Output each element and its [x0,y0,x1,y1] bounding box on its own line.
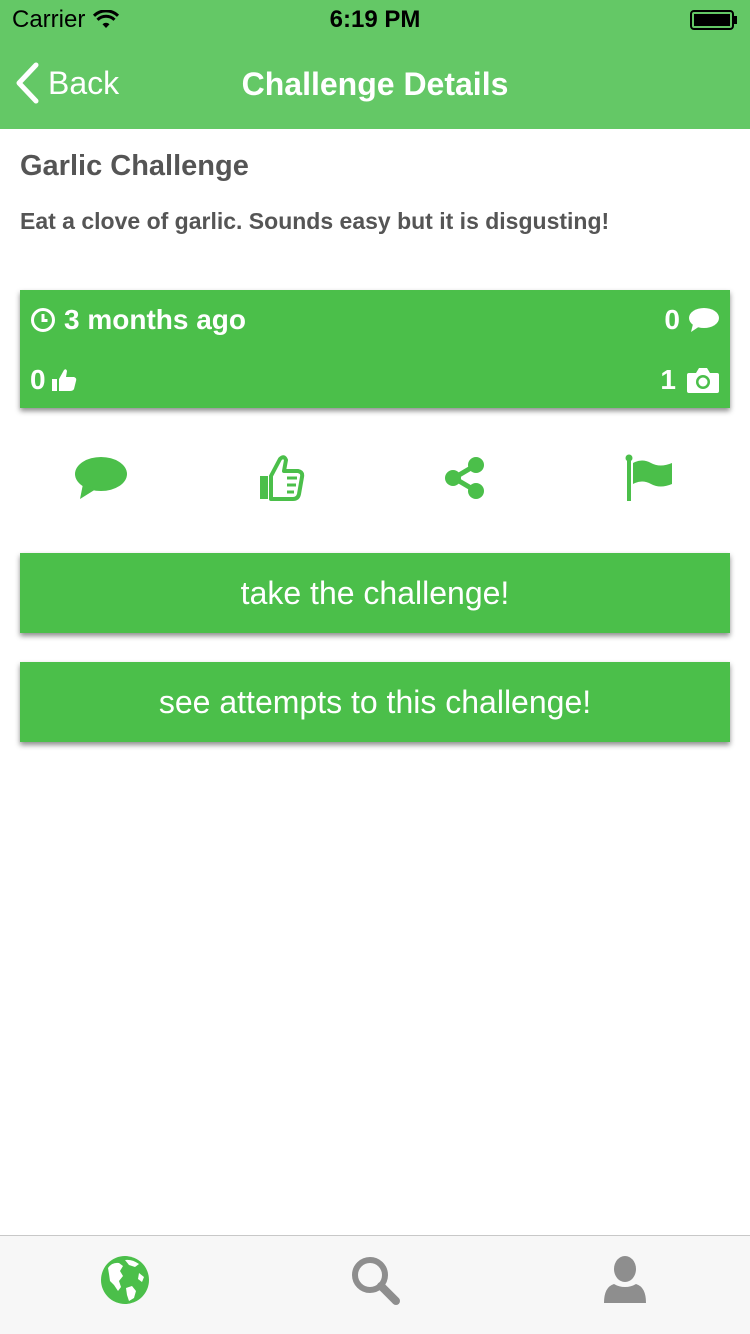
share-button[interactable] [430,448,500,508]
stats-card: 3 months ago 0 0 1 [20,290,730,408]
status-time: 6:19 PM [329,6,421,33]
search-icon [352,1257,400,1305]
tab-explore[interactable] [95,1250,155,1310]
globe-icon [101,1256,149,1304]
flag-icon [625,454,672,501]
photos-stat: 1 [660,364,720,396]
comments-stat: 0 [664,304,720,336]
battery-icon [690,10,737,30]
top-bar: Carrier 6:19 PM Back Challenge Details [0,0,750,129]
like-button[interactable] [246,448,316,508]
share-icon [445,457,484,499]
clock-icon [31,308,55,332]
tab-search[interactable] [345,1250,405,1310]
likes-stat: 0 [30,364,78,396]
likes-count: 0 [30,364,46,395]
thumbs-up-icon [260,455,305,501]
comment-icon [689,308,719,332]
status-bar: Carrier 6:19 PM [0,0,750,40]
challenge-title: Garlic Challenge [20,150,249,182]
posted-stat: 3 months ago [30,304,246,336]
page-title: Challenge Details [241,66,509,102]
camera-icon [687,368,719,393]
comments-count: 0 [664,304,680,335]
challenge-description: Eat a clove of garlic. Sounds easy but i… [20,208,610,234]
tab-profile[interactable] [595,1250,655,1310]
screen: Carrier 6:19 PM Back Challenge Details G… [0,0,750,1334]
comment-button[interactable] [66,448,136,508]
action-row [0,448,750,508]
see-attempts-button[interactable]: see attempts to this challenge! [20,662,730,742]
tab-bar [0,1235,750,1334]
photos-count: 1 [660,364,676,395]
navigation-bar: Back Challenge Details [0,40,750,129]
thumbs-up-icon [51,369,76,391]
flag-button[interactable] [614,448,684,508]
comment-icon [75,457,127,499]
user-icon [604,1256,646,1303]
take-challenge-button[interactable]: take the challenge! [20,553,730,633]
posted-time: 3 months ago [64,304,247,335]
